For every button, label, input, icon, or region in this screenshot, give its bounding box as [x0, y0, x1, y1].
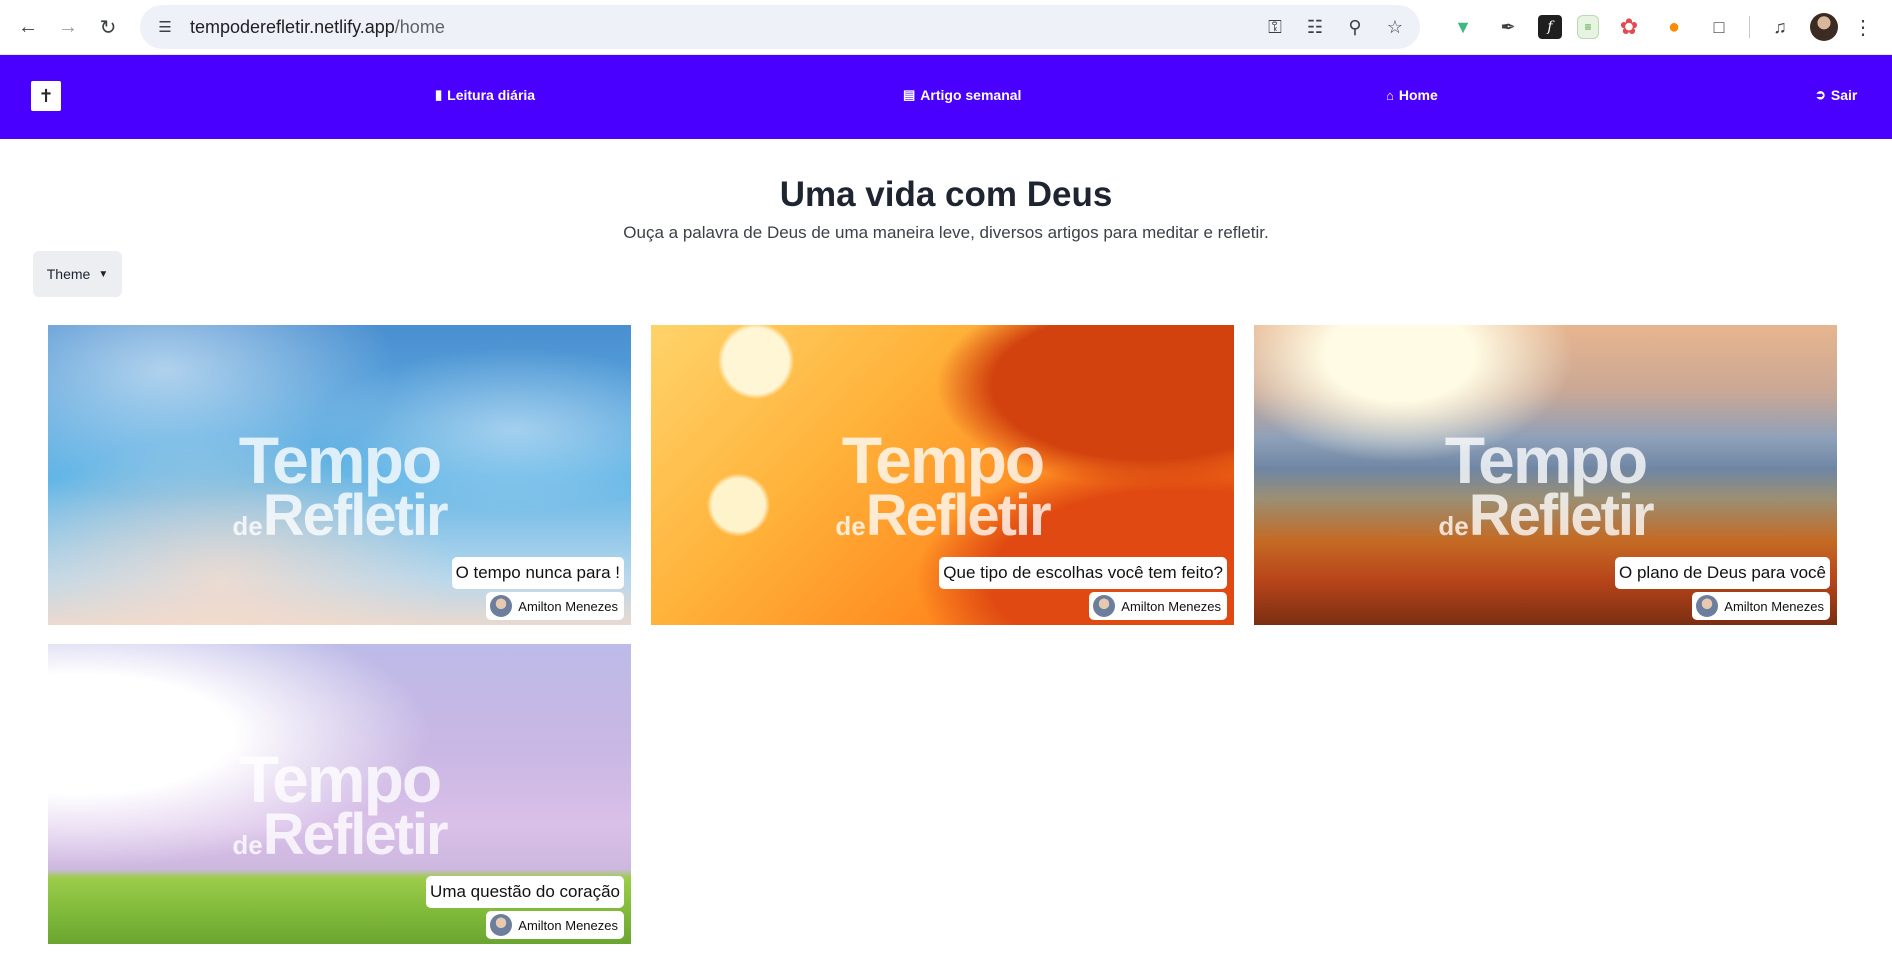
sign-out-icon: ➲ [1815, 87, 1826, 102]
nav-label: Home [1398, 87, 1438, 103]
brand-line2-wrap: deRefletir [48, 487, 631, 545]
nav-label: Artigo semanal [920, 87, 1022, 103]
forward-icon[interactable]: → [48, 7, 88, 47]
address-bar[interactable]: ☰ tempoderefletir.netlify.app/home ⚿ ☷ ⚲… [140, 5, 1420, 49]
page-title: Uma vida com Deus [779, 175, 1113, 214]
vue-devtools-icon[interactable]: ▼ [1448, 12, 1478, 42]
more-icon[interactable]: ⋮ [1853, 15, 1873, 40]
key-icon[interactable]: ⚿ [1262, 14, 1288, 40]
back-icon[interactable]: ← [8, 7, 48, 47]
brand-watermark: Tempo deRefletir [48, 427, 631, 545]
author-avatar [1696, 595, 1719, 617]
article-title[interactable]: Uma questão do coração [426, 876, 624, 908]
brand-watermark: Tempo deRefletir [651, 427, 1234, 545]
nav-home[interactable]: ⌂ Home [1386, 87, 1438, 103]
newspaper-icon: ▤ [903, 87, 916, 102]
brand-line2-wrap: deRefletir [48, 806, 631, 864]
app-navbar: ✝ ▮ Leitura diária ▤ Artigo semanal ⌂ Ho… [0, 55, 1892, 139]
flame-icon[interactable]: ● [1659, 12, 1689, 42]
article-card[interactable]: Tempo deRefletir Uma questão do coração … [48, 644, 631, 944]
nav-artigo-semanal[interactable]: ▤ Artigo semanal [903, 87, 1021, 103]
nav-leitura-diaria[interactable]: ▮ Leitura diária [435, 87, 535, 103]
site-info-icon[interactable]: ☰ [152, 14, 178, 40]
brand-line2: Refletir [865, 483, 1052, 548]
brand-line2: Refletir [262, 483, 449, 548]
translate-icon[interactable]: ☷ [1302, 14, 1328, 40]
brand-de: de [1438, 511, 1469, 541]
author-chip: Amilton Menezes [486, 592, 624, 620]
author-avatar [490, 595, 513, 617]
author-avatar [1093, 595, 1116, 617]
puzzle-icon[interactable]: □ [1704, 12, 1734, 42]
media-icon[interactable]: ♫ [1765, 12, 1795, 42]
article-title[interactable]: O plano de Deus para você [1615, 557, 1830, 589]
article-card[interactable]: Tempo deRefletir Que tipo de escolhas vo… [651, 325, 1234, 625]
brand-line2: Refletir [1468, 483, 1655, 548]
article-card[interactable]: Tempo deRefletir O plano de Deus para vo… [1254, 325, 1837, 625]
star-icon[interactable]: ☆ [1382, 14, 1408, 40]
brand-watermark: Tempo deRefletir [48, 746, 631, 864]
book-icon: ▮ [435, 87, 443, 102]
author-name: Amilton Menezes [1724, 598, 1824, 614]
reload-icon[interactable]: ↻ [88, 7, 128, 47]
rose-icon[interactable]: ✿ [1614, 12, 1644, 42]
brand-de: de [232, 511, 263, 541]
author-chip: Amilton Menezes [1089, 592, 1227, 620]
brand-watermark: Tempo deRefletir [1254, 427, 1837, 545]
browser-toolbar: ← → ↻ ☰ tempoderefletir.netlify.app/home… [0, 0, 1892, 55]
profile-avatar[interactable] [1810, 13, 1838, 41]
theme-label: Theme [46, 266, 91, 282]
page-subtitle: Ouça a palavra de Deus de uma maneira le… [623, 223, 1269, 242]
eyedropper-icon[interactable]: ✒ [1493, 12, 1523, 42]
author-avatar [490, 914, 513, 936]
author-name: Amilton Menezes [518, 917, 618, 933]
author-chip: Amilton Menezes [1692, 592, 1830, 620]
nav-sair[interactable]: ➲ Sair [1815, 87, 1857, 103]
nav-label: Sair [1830, 87, 1858, 103]
url-host: tempoderefletir.netlify.app [190, 16, 395, 37]
author-chip: Amilton Menezes [486, 911, 624, 939]
brand-line2-wrap: deRefletir [651, 487, 1234, 545]
brand-de: de [835, 511, 866, 541]
brand-line2-wrap: deRefletir [1254, 487, 1837, 545]
author-name: Amilton Menezes [1121, 598, 1221, 614]
brand-line2: Refletir [262, 802, 449, 867]
function-icon[interactable]: f [1538, 15, 1562, 39]
home-icon: ⌂ [1386, 87, 1394, 103]
zoom-icon[interactable]: ⚲ [1342, 14, 1368, 40]
nav-label: Leitura diária [447, 87, 536, 103]
article-card[interactable]: Tempo deRefletir O tempo nunca para ! Am… [48, 325, 631, 625]
theme-dropdown-button[interactable]: Theme ▼ [33, 251, 122, 297]
url-path: /home [394, 16, 445, 37]
author-name: Amilton Menezes [518, 598, 618, 614]
article-title[interactable]: Que tipo de escolhas você tem feito? [939, 557, 1227, 589]
sheet-icon[interactable]: ≡ [1577, 15, 1599, 39]
url-text[interactable]: tempoderefletir.netlify.app/home [190, 17, 1262, 38]
cross-logo-icon[interactable]: ✝ [31, 81, 61, 111]
article-title[interactable]: O tempo nunca para ! [451, 557, 624, 589]
brand-de: de [232, 830, 263, 860]
toolbar-divider [1749, 16, 1750, 38]
caret-down-icon: ▼ [98, 268, 109, 280]
